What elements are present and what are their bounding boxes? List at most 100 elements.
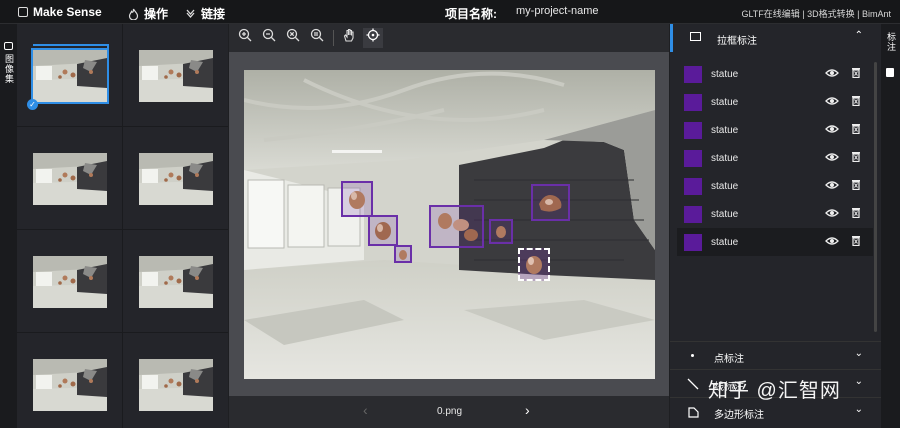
chevron-up-icon[interactable]: ⌃ (855, 30, 863, 41)
thumbnail-image (139, 256, 213, 308)
thumbnail-item[interactable] (17, 333, 123, 428)
section-title: 点标注 (714, 354, 744, 365)
label-name[interactable]: statue (711, 97, 738, 108)
menu-links[interactable]: 链接 (185, 5, 225, 22)
project-name-input[interactable]: my-project-name (516, 5, 599, 17)
trash-icon[interactable] (851, 122, 861, 134)
trash-icon[interactable] (851, 178, 861, 190)
label-tag-icon (886, 68, 894, 77)
color-swatch[interactable] (684, 122, 702, 139)
polygon-icon (688, 407, 699, 418)
eye-icon[interactable] (825, 94, 839, 108)
rect-icon (690, 32, 701, 41)
color-swatch[interactable] (684, 234, 702, 251)
label-row[interactable]: statue (677, 172, 873, 200)
thumbnail-item[interactable] (123, 333, 228, 428)
label-name[interactable]: statue (711, 125, 738, 136)
label-name[interactable]: statue (711, 153, 738, 164)
editor-toolbar (229, 24, 669, 53)
selected-bounding-box[interactable] (518, 248, 550, 281)
scrollbar[interactable] (874, 62, 877, 332)
images-tab-label: 图像集 (4, 54, 14, 84)
thumbnail-item[interactable] (17, 127, 123, 230)
color-swatch[interactable] (684, 206, 702, 223)
trash-icon[interactable] (851, 94, 861, 106)
images-tab[interactable]: 图像集 (0, 24, 17, 428)
section-title: 拉框标注 (717, 36, 757, 47)
image-set-icon (4, 42, 13, 50)
zoom-in-icon[interactable] (235, 28, 255, 48)
bounding-box[interactable] (531, 184, 570, 221)
check-icon: ✓ (27, 99, 38, 110)
color-swatch[interactable] (684, 150, 702, 167)
chevron-down-icon[interactable]: ⌄ (855, 404, 863, 415)
menu-operations[interactable]: 操作 (128, 5, 168, 22)
bounding-box[interactable] (429, 205, 484, 248)
next-image-button[interactable]: › (525, 402, 530, 418)
top-bar: Make Sense 操作 链接 项目名称: my-project-name G… (0, 0, 900, 24)
image-navigation: ‹ 0.png › (229, 396, 669, 428)
crosshair-icon[interactable] (363, 28, 383, 48)
bounding-box[interactable] (368, 215, 398, 246)
thumbnail-item[interactable] (123, 230, 228, 333)
label-name[interactable]: statue (711, 69, 738, 80)
point-icon (691, 354, 694, 357)
current-filename: 0.png (437, 406, 463, 417)
logo-icon (18, 7, 28, 17)
thumbnail-image (139, 359, 213, 411)
label-row[interactable]: statue (677, 116, 873, 144)
labels-tab-label: 标注 (886, 32, 896, 52)
thumbnail-item[interactable] (17, 230, 123, 333)
toolbar-divider (333, 30, 334, 46)
label-row[interactable]: statue (677, 228, 873, 256)
trash-icon[interactable] (851, 66, 861, 78)
section-point-labels[interactable]: 点标注 ⌄ (670, 341, 881, 370)
thumbnail-image (139, 50, 213, 102)
eye-icon[interactable] (825, 206, 839, 220)
section-rect-labels[interactable]: 拉框标注 ⌃ (670, 24, 881, 52)
brand[interactable]: Make Sense (18, 5, 102, 19)
menu-operations-label: 操作 (144, 7, 169, 21)
eye-icon[interactable] (825, 122, 839, 136)
prev-image-button[interactable]: ‹ (363, 402, 368, 418)
label-row[interactable]: statue (677, 60, 873, 88)
color-swatch[interactable] (684, 94, 702, 111)
thumbnail-item[interactable] (123, 127, 228, 230)
bounding-box[interactable] (341, 181, 373, 217)
image-list: ✓ (17, 24, 228, 428)
labels-tab[interactable]: 标注 (881, 24, 900, 428)
trash-icon[interactable] (851, 206, 861, 218)
external-links[interactable]: GLTF在线编辑 | 3D格式转换 | BimAnt (741, 7, 891, 20)
section-title: 多边形标注 (714, 410, 764, 421)
color-swatch[interactable] (684, 66, 702, 83)
label-row[interactable]: statue (677, 200, 873, 228)
zoom-fit-icon[interactable] (283, 28, 303, 48)
label-row[interactable]: statue (677, 144, 873, 172)
annotated-image[interactable] (244, 70, 655, 379)
zoom-out-icon[interactable] (259, 28, 279, 48)
thumbnail-image (33, 153, 107, 205)
label-row[interactable]: statue (677, 88, 873, 116)
thumbnail-item[interactable]: ✓ (17, 24, 123, 127)
eye-icon[interactable] (825, 150, 839, 164)
trash-icon[interactable] (851, 234, 861, 246)
eye-icon[interactable] (825, 66, 839, 80)
bounding-box[interactable] (394, 245, 412, 263)
label-name[interactable]: statue (711, 181, 738, 192)
editor-canvas[interactable] (229, 52, 669, 396)
thumbnail-item[interactable] (123, 24, 228, 127)
hand-icon[interactable] (339, 28, 359, 48)
label-name[interactable]: statue (711, 237, 738, 248)
watermark: 知乎 @汇智网 (708, 380, 841, 402)
color-swatch[interactable] (684, 178, 702, 195)
trash-icon[interactable] (851, 150, 861, 162)
label-name[interactable]: statue (711, 209, 738, 220)
project-name-label: 项目名称: (445, 7, 497, 21)
bounding-box[interactable] (489, 219, 513, 244)
eye-icon[interactable] (825, 234, 839, 248)
zoom-max-icon[interactable] (307, 28, 327, 48)
eye-icon[interactable] (825, 178, 839, 192)
chevron-down-icon[interactable]: ⌄ (855, 348, 863, 359)
chevron-down-icon[interactable]: ⌄ (855, 376, 863, 387)
labels-panel: 拉框标注 ⌃ statue statue statue statue statu… (670, 24, 881, 428)
